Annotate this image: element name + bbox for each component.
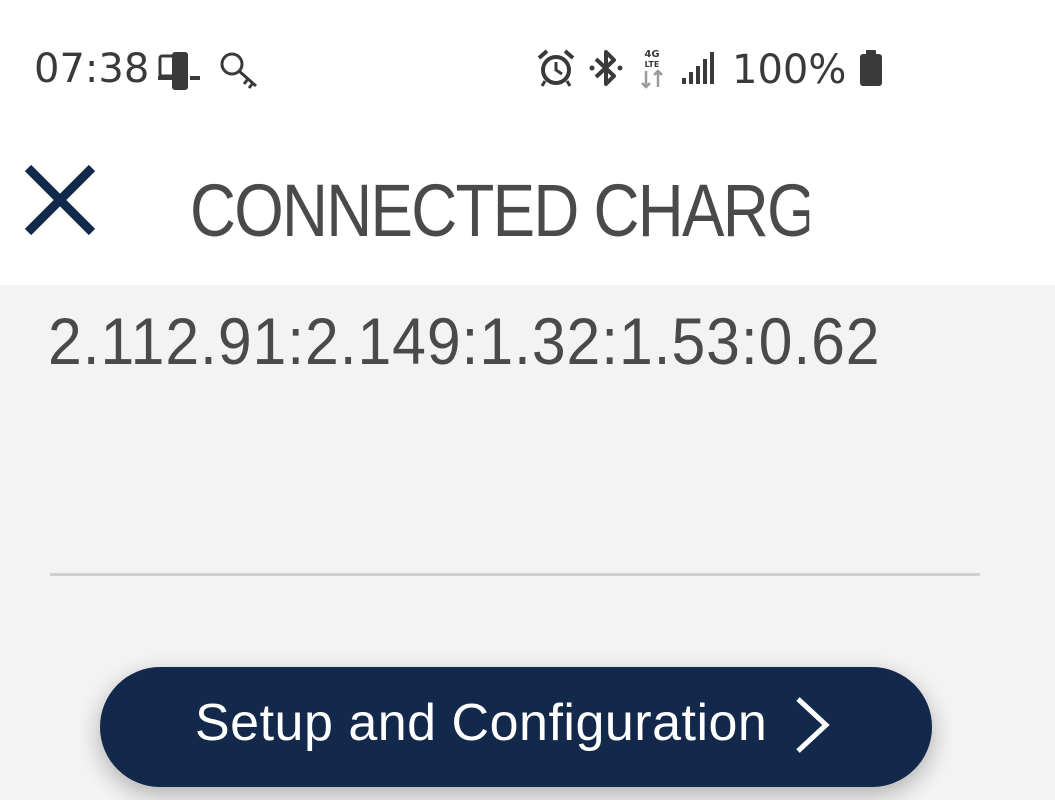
close-icon	[22, 162, 98, 242]
setup-button-label: Setup and Configuration	[195, 694, 768, 752]
phone-tablet-icon	[158, 50, 202, 96]
key-icon	[218, 50, 262, 96]
app-bar: CONNECTED CHARGE...	[0, 140, 1055, 285]
status-bar: 07:38 4G LTE 100%	[0, 0, 1055, 140]
chevron-right-icon	[790, 695, 834, 755]
battery-full-icon	[858, 48, 884, 92]
svg-text:LTE: LTE	[645, 60, 660, 69]
svg-text:4G: 4G	[644, 49, 659, 60]
close-button[interactable]	[20, 162, 100, 242]
status-right-icons: 4G LTE 100%	[536, 47, 884, 93]
main-content: 2.112.91:2.149:1.32:1.53:0.62 Setup and …	[0, 285, 1055, 800]
app-screen: 07:38 4G LTE 100% CONNECTED CHAR 2.112.9…	[0, 0, 1055, 800]
version-number: 2.112.91:2.149:1.32:1.53:0.62	[48, 304, 881, 378]
bluetooth-icon	[588, 48, 624, 92]
signal-icon	[680, 50, 716, 90]
status-left-icons	[158, 50, 262, 96]
setup-and-configuration-button[interactable]: Setup and Configuration	[100, 667, 932, 787]
alarm-icon	[536, 48, 576, 92]
battery-percent: 100%	[732, 47, 847, 93]
status-time: 07:38	[34, 46, 150, 92]
divider	[50, 573, 980, 576]
page-title: CONNECTED CHARGE...	[190, 169, 809, 252]
lte-data-icon: 4G LTE	[636, 47, 668, 93]
